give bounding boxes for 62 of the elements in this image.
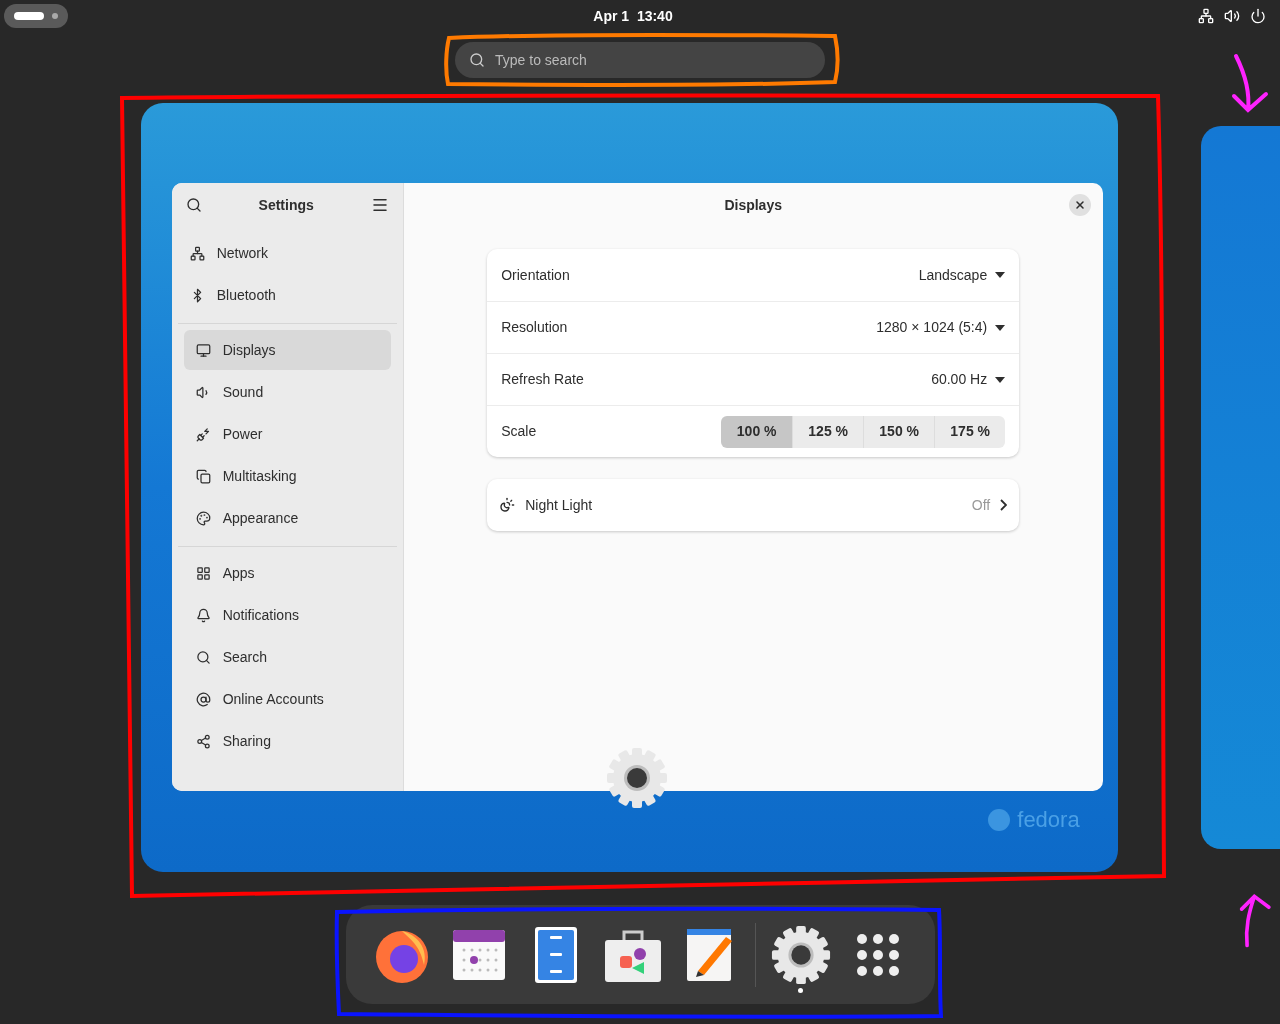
volume-icon[interactable] xyxy=(1224,8,1240,24)
night-light-row[interactable]: Night Light Off xyxy=(487,479,1020,531)
activities-indicator[interactable] xyxy=(4,4,68,28)
sidebar-item-icon xyxy=(195,565,211,581)
sidebar-item[interactable]: Network xyxy=(177,233,397,273)
sidebar-item-icon xyxy=(195,691,211,707)
scale-option[interactable]: 150 % xyxy=(863,415,935,448)
search-icon xyxy=(469,52,485,68)
sidebar-item[interactable]: Displays xyxy=(183,330,391,370)
sidebar-item[interactable]: Sharing xyxy=(183,721,391,761)
sidebar-item[interactable]: Multitasking xyxy=(183,456,391,496)
caret-icon xyxy=(995,272,1006,278)
setting-label: Scale xyxy=(501,422,537,441)
close-icon xyxy=(1073,199,1086,211)
chevron-right-icon xyxy=(1000,499,1008,511)
search-field[interactable]: Type to search xyxy=(455,42,825,78)
sidebar-item[interactable]: Notifications xyxy=(183,595,391,635)
file-cabinet-icon[interactable] xyxy=(534,925,579,984)
dropdown[interactable]: Landscape xyxy=(918,264,1006,286)
page-title: Displays xyxy=(724,195,782,215)
caret-icon xyxy=(995,376,1006,383)
sun-moon-icon xyxy=(499,497,516,513)
sidebar-item[interactable]: Apps xyxy=(183,553,391,593)
scale-option[interactable]: 100 % xyxy=(721,415,793,448)
dropdown[interactable]: 1280 × 1024 (5:4) xyxy=(876,317,1006,338)
sidebar-item-icon xyxy=(195,426,211,442)
sidebar-item-icon xyxy=(195,607,211,623)
setting-label: Night Light xyxy=(525,495,594,515)
sidebar-item[interactable]: Search xyxy=(183,637,391,677)
setting-label: Orientation xyxy=(501,265,570,285)
wallpaper-logo: fedora xyxy=(1017,806,1080,834)
calendar-icon[interactable] xyxy=(452,927,507,982)
logo-icon xyxy=(987,807,1012,832)
sidebar-item-icon xyxy=(195,342,211,358)
setting-label: Resolution xyxy=(501,318,568,337)
caret-icon xyxy=(995,324,1006,331)
dropdown[interactable]: 60.00 Hz xyxy=(931,369,1006,390)
search-icon[interactable] xyxy=(185,197,202,213)
scale-option[interactable]: 175 % xyxy=(934,415,1006,448)
power-icon[interactable] xyxy=(1250,8,1266,24)
sidebar-item-icon xyxy=(195,510,211,526)
setting-value: Off xyxy=(971,495,991,515)
sidebar-item-icon xyxy=(195,468,211,484)
sidebar-item[interactable]: Appearance xyxy=(183,498,391,538)
sidebar-item[interactable]: Power xyxy=(183,414,391,454)
gear-icon[interactable] xyxy=(769,923,832,986)
app-grid-icon[interactable] xyxy=(855,932,900,977)
clock[interactable]: Apr 1 13:40 xyxy=(593,5,673,27)
sidebar-item[interactable]: Bluetooth xyxy=(177,275,397,315)
network-icon[interactable] xyxy=(1198,8,1214,24)
scale-option[interactable]: 125 % xyxy=(792,415,864,448)
sidebar-title: Settings xyxy=(258,195,314,215)
running-indicator xyxy=(798,987,804,993)
settings-app-icon xyxy=(604,746,669,810)
close-button[interactable] xyxy=(1068,194,1091,216)
sidebar-item[interactable]: Online Accounts xyxy=(183,679,391,719)
sidebar-item-icon xyxy=(189,245,205,261)
setting-label: Refresh Rate xyxy=(501,370,584,389)
sidebar-item[interactable]: Sound xyxy=(183,372,391,412)
sidebar-item-icon xyxy=(195,649,211,665)
sidebar-item-icon xyxy=(195,733,211,749)
menu-icon[interactable] xyxy=(370,196,389,214)
